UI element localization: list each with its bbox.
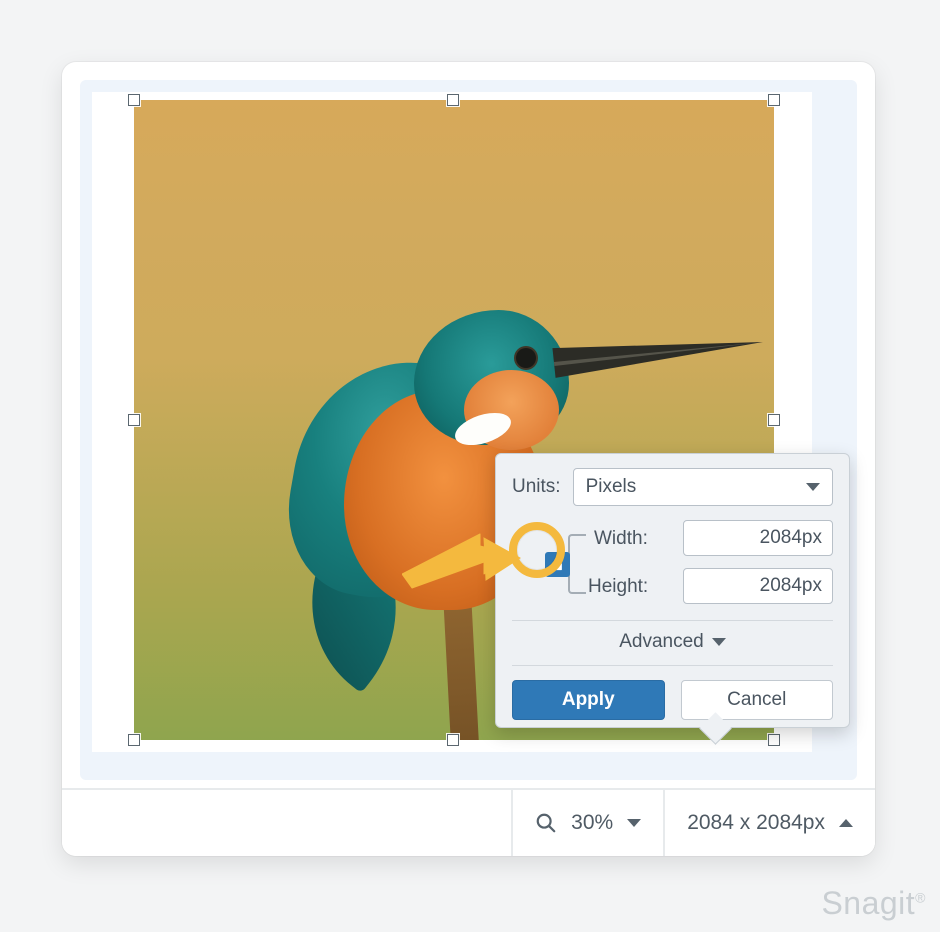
resize-handle-bottom-left[interactable] xyxy=(128,734,140,746)
resize-handle-middle-left[interactable] xyxy=(128,414,140,426)
chevron-down-icon xyxy=(712,638,726,646)
resize-handle-top-left[interactable] xyxy=(128,94,140,106)
brand-name: Snagit xyxy=(821,885,915,921)
height-label: Height: xyxy=(588,576,648,598)
advanced-label: Advanced xyxy=(619,631,704,653)
chevron-up-icon xyxy=(839,819,853,827)
zoom-control[interactable]: 30% xyxy=(511,790,663,856)
resize-handle-top-center[interactable] xyxy=(447,94,459,106)
dimensions-control[interactable]: 2084 x 2084px xyxy=(663,790,875,856)
units-label: Units: xyxy=(512,476,561,498)
cancel-label: Cancel xyxy=(727,689,786,711)
search-icon xyxy=(535,812,557,834)
advanced-toggle[interactable]: Advanced xyxy=(512,620,833,666)
brand-mark: ® xyxy=(915,889,926,905)
lock-icon xyxy=(545,552,570,577)
height-input[interactable] xyxy=(683,568,833,604)
units-dropdown[interactable]: Pixels xyxy=(573,468,833,506)
chevron-down-icon xyxy=(806,483,820,491)
cancel-button[interactable]: Cancel xyxy=(681,680,834,720)
status-bar: 30% 2084 x 2084px xyxy=(62,788,875,856)
resize-handle-bottom-right[interactable] xyxy=(768,734,780,746)
chevron-down-icon xyxy=(627,819,641,827)
apply-label: Apply xyxy=(562,689,615,711)
resize-handle-top-right[interactable] xyxy=(768,94,780,106)
zoom-value: 30% xyxy=(571,811,613,835)
aspect-lock-toggle[interactable] xyxy=(540,547,574,581)
width-label: Width: xyxy=(594,528,648,550)
dimensions-value: 2084 x 2084px xyxy=(687,811,825,835)
brand-watermark: Snagit® xyxy=(821,885,926,922)
apply-button[interactable]: Apply xyxy=(512,680,665,720)
resize-handle-middle-right[interactable] xyxy=(768,414,780,426)
width-input[interactable] xyxy=(683,520,833,556)
resize-handle-bottom-center[interactable] xyxy=(447,734,459,746)
units-value: Pixels xyxy=(586,476,637,498)
resize-popup: Units: Pixels Width: Height: Advanced xyxy=(495,453,850,728)
